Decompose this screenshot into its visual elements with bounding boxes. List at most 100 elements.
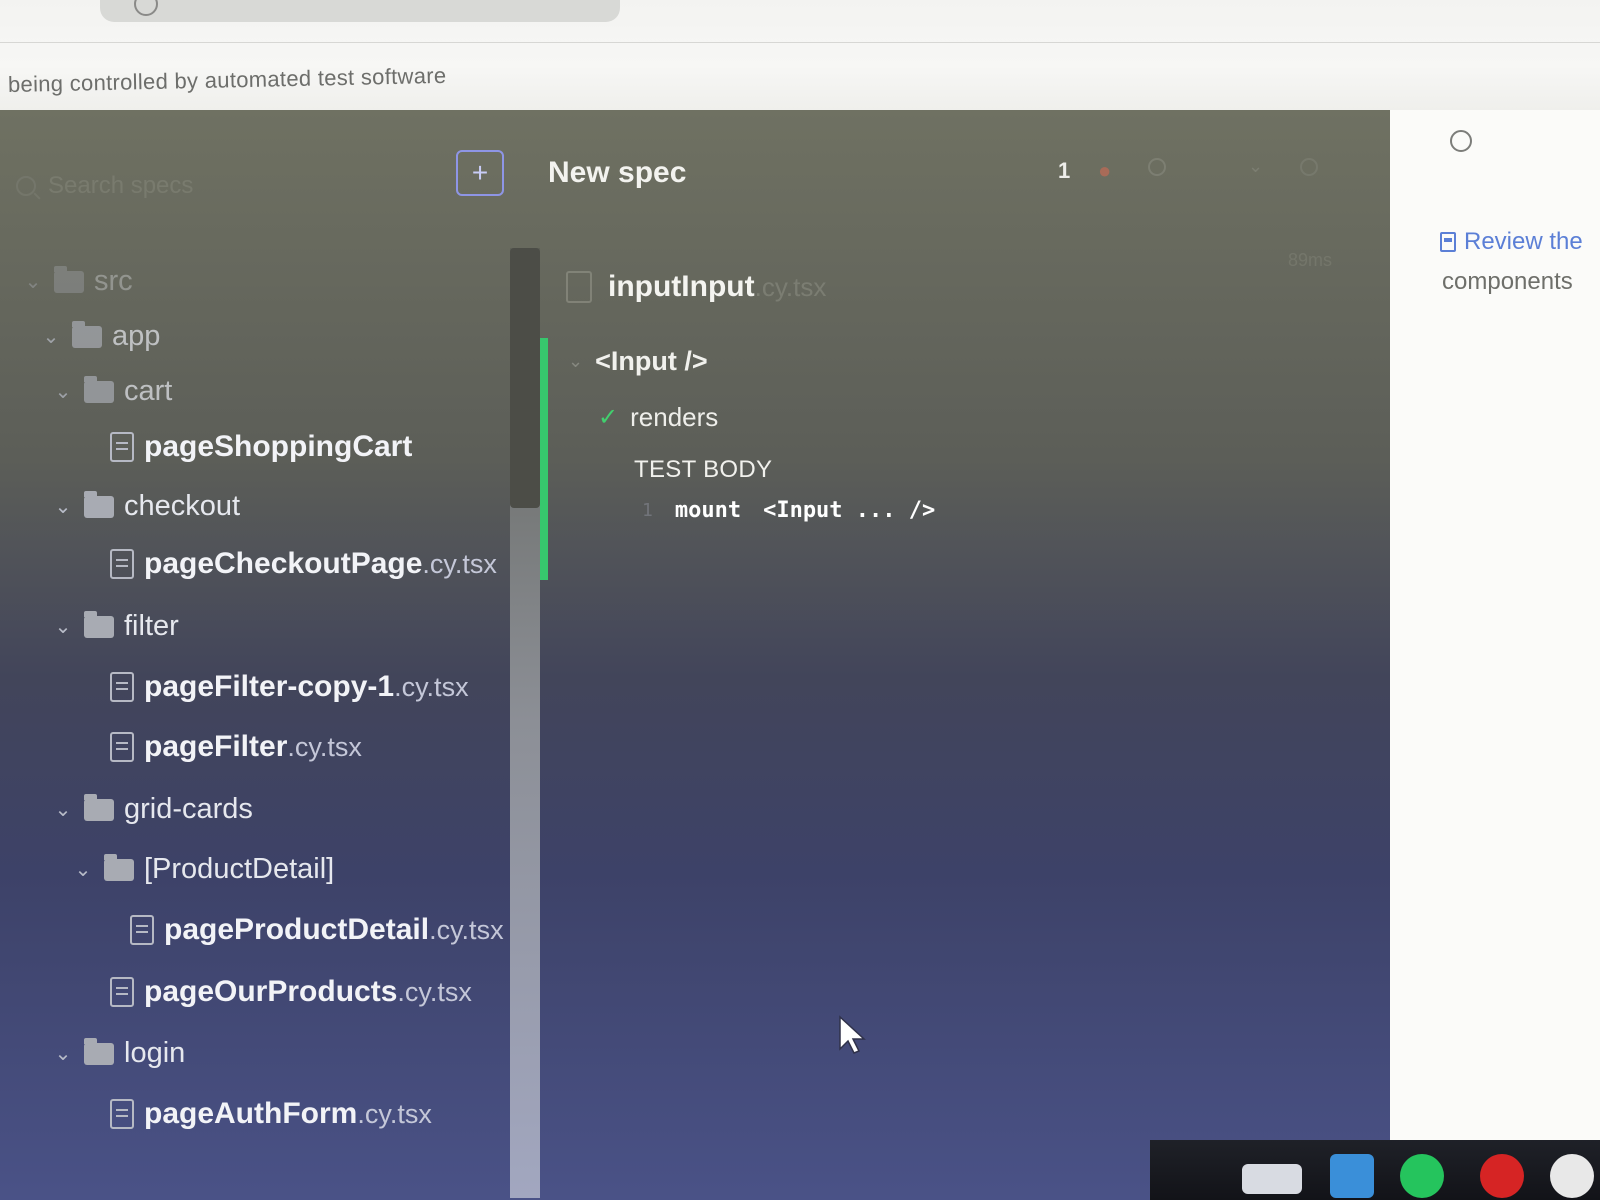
- chevron-down-icon: ⌄: [568, 351, 584, 371]
- folder-label: src: [94, 265, 133, 297]
- folder-label: checkout: [124, 490, 241, 522]
- file-icon: [110, 732, 134, 762]
- folder-row[interactable]: ⌄ src: [22, 265, 133, 298]
- suite-row[interactable]: ⌄ <Input />: [568, 346, 708, 377]
- command-row[interactable]: 1 mount <Input ... />: [642, 498, 935, 523]
- chrome-divider: [0, 42, 1600, 43]
- passed-count: 1: [1058, 158, 1071, 183]
- book-icon: [1440, 232, 1456, 252]
- check-icon: ✓: [598, 404, 619, 431]
- reporter-header: New spec 1 ● ⌄: [548, 150, 1390, 200]
- new-spec-button[interactable]: +: [456, 150, 504, 196]
- chevron-down-icon: ⌄: [54, 1043, 72, 1065]
- browser-tab-strip[interactable]: [100, 0, 620, 22]
- spec-duration: 89ms: [1288, 250, 1333, 270]
- reload-icon[interactable]: [1300, 158, 1318, 176]
- folder-icon: [84, 610, 114, 638]
- specs-scroll-thumb[interactable]: [510, 248, 540, 508]
- command-number: 1: [642, 500, 653, 521]
- vscode-taskbar-icon[interactable]: [1330, 1154, 1374, 1198]
- right-pane: Review the components: [1390, 110, 1600, 1200]
- folder-row[interactable]: ⌄ checkout: [52, 490, 240, 523]
- spec-file-item[interactable]: pageProductDetail.cy.tsx: [130, 913, 504, 947]
- file-icon: [110, 549, 134, 579]
- spec-file-name: inputInput: [608, 270, 755, 303]
- failed-icon: ●: [1098, 158, 1112, 183]
- passed-indicator-bar: [540, 338, 548, 580]
- search-input[interactable]: [46, 171, 290, 201]
- test-title: renders: [630, 402, 719, 432]
- spec-file-label: pageAuthForm.cy.tsx: [144, 1097, 432, 1131]
- folder-label: [ProductDetail]: [144, 853, 335, 885]
- file-icon: [130, 915, 154, 945]
- reload-icon[interactable]: [134, 0, 158, 16]
- spec-file-basename: pageOurProducts: [144, 975, 398, 1008]
- mouse-cursor-icon: [839, 1015, 866, 1054]
- docs-link-row[interactable]: Review the: [1440, 228, 1583, 256]
- spec-file-extension: .cy.tsx: [429, 915, 504, 945]
- spec-file-item[interactable]: pageAuthForm.cy.tsx: [110, 1097, 432, 1131]
- folder-icon: [54, 265, 84, 293]
- whatsapp-taskbar-icon[interactable]: [1400, 1154, 1444, 1198]
- chevron-down-icon: ⌄: [54, 799, 72, 821]
- spec-file-item[interactable]: pageShoppingCart: [110, 430, 412, 464]
- settings-icon[interactable]: [1450, 130, 1472, 152]
- folder-row[interactable]: ⌄ login: [52, 1037, 186, 1070]
- chevron-down-icon: ⌄: [54, 616, 72, 638]
- spec-file-item[interactable]: pageCheckoutPage.cy.tsx: [110, 547, 497, 581]
- file-icon: [110, 1099, 134, 1129]
- specs-scrollbar[interactable]: [510, 248, 540, 1198]
- spec-file-label: pageOurProducts.cy.tsx: [144, 975, 472, 1009]
- file-icon: [110, 977, 134, 1007]
- chevron-down-icon: ⌄: [42, 326, 60, 348]
- spec-file-basename: pageShoppingCart: [144, 430, 413, 463]
- spec-file-extension: .cy.tsx: [397, 977, 472, 1007]
- specs-panel: + ⌄ src ⌄ app ⌄ cart pageShoppingCart ⌄ checkout…: [0, 110, 540, 1200]
- spec-file-basename: pageProductDetail: [164, 913, 430, 946]
- spec-file-basename: pageFilter: [144, 730, 288, 763]
- spec-file-label: pageFilter.cy.tsx: [144, 730, 362, 764]
- taskbar: [1150, 1140, 1600, 1200]
- command-name: mount: [674, 498, 742, 523]
- new-spec-label[interactable]: New spec: [548, 156, 686, 190]
- spec-file-label: pageShoppingCart: [144, 430, 412, 464]
- spec-file-extension: .cy.tsx: [422, 549, 497, 579]
- folder-row[interactable]: ⌄ grid-cards: [52, 793, 253, 826]
- command-message: <Input ... />: [763, 498, 936, 523]
- spec-file-item[interactable]: pageFilter.cy.tsx: [110, 730, 362, 764]
- chevron-down-icon: ⌄: [54, 381, 72, 403]
- folder-label: app: [112, 320, 161, 352]
- folder-row[interactable]: ⌄ app: [40, 320, 161, 353]
- edge-taskbar-icon[interactable]: [1242, 1164, 1302, 1194]
- reporter-panel: New spec 1 ● ⌄ 89ms inputInput.cy.tsx ⌄ …: [540, 110, 1390, 1200]
- automation-banner: being controlled by automated test softw…: [7, 62, 447, 97]
- chevron-down-icon: ⌄: [54, 496, 72, 518]
- folder-row[interactable]: ⌄ cart: [52, 375, 173, 408]
- chevron-down-icon: ⌄: [74, 859, 92, 881]
- search-row: [16, 166, 290, 206]
- test-body-label: TEST BODY: [634, 456, 773, 483]
- cypress-app: + ⌄ src ⌄ app ⌄ cart pageShoppingCart ⌄ checkout…: [0, 110, 1390, 1200]
- chevron-down-icon[interactable]: ⌄: [1248, 156, 1263, 177]
- spec-file-item[interactable]: pageFilter-copy-1.cy.tsx: [110, 670, 469, 704]
- spec-file-label: pageProductDetail.cy.tsx: [164, 913, 504, 947]
- spec-file-label: pageFilter-copy-1.cy.tsx: [144, 670, 469, 704]
- folder-icon: [84, 1037, 114, 1065]
- record-taskbar-icon[interactable]: [1480, 1154, 1524, 1198]
- folder-row[interactable]: ⌄ filter: [52, 610, 179, 643]
- file-icon: [566, 271, 592, 303]
- test-row[interactable]: ✓ renders: [598, 402, 718, 433]
- pending-icon: [1148, 158, 1166, 176]
- folder-label: login: [124, 1037, 186, 1069]
- folder-row[interactable]: ⌄ [ProductDetail]: [72, 853, 335, 886]
- docs-link[interactable]: Review the: [1464, 228, 1583, 256]
- spec-file-extension: .cy.tsx: [394, 672, 469, 702]
- spec-file-basename: pageCheckoutPage: [144, 547, 423, 580]
- folder-icon: [72, 320, 102, 348]
- spec-file-item[interactable]: pageOurProducts.cy.tsx: [110, 975, 472, 1009]
- chrome-taskbar-icon[interactable]: [1550, 1154, 1594, 1198]
- spec-file-row: inputInput.cy.tsx: [566, 270, 826, 304]
- suite-title: <Input />: [595, 346, 708, 376]
- file-icon: [110, 432, 134, 462]
- spec-file-ext: .cy.tsx: [754, 272, 827, 302]
